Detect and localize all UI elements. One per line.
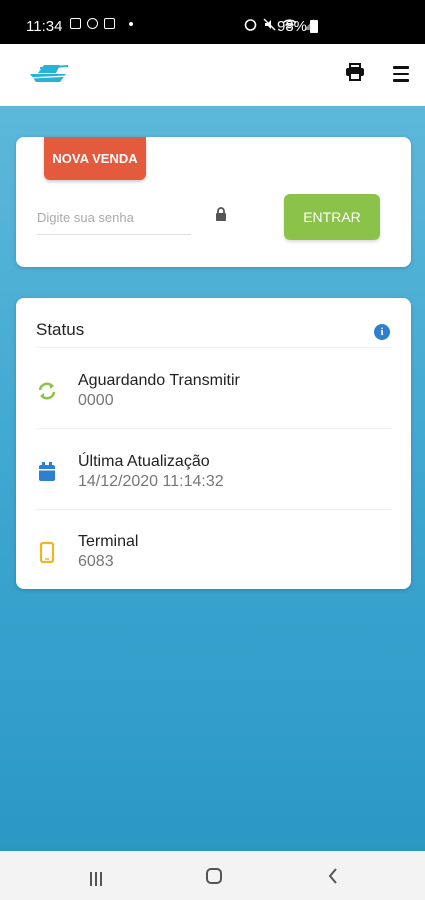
ship-logo-icon[interactable] (28, 62, 70, 84)
status-title: Status (36, 320, 85, 339)
status-item-label: Última Atualização (78, 453, 210, 470)
system-navigation-bar (0, 851, 425, 900)
status-item-value: 14/12/2020 11:14:32 (78, 473, 224, 490)
calendar-icon (39, 462, 55, 481)
more-notifications-icon (129, 21, 133, 26)
status-divider (36, 509, 391, 510)
notification-icons (70, 18, 133, 29)
download-notification-icon (104, 18, 115, 29)
status-item-label: Terminal (78, 533, 139, 550)
system-status-bar: 11:34 98% (0, 0, 425, 44)
status-item-aguardando: Aguardando Transmitir 0000 (36, 370, 391, 430)
entrar-button[interactable]: ENTRAR (284, 194, 380, 240)
status-item-value: 0000 (78, 392, 114, 409)
nova-venda-card: NOVA VENDA ENTRAR (16, 137, 411, 267)
lock-icon (216, 207, 226, 221)
status-item-ultima-atualizacao: Última Atualização 14/12/2020 11:14:32 (36, 451, 391, 511)
app-notification-icon (87, 18, 98, 29)
status-card: Status i Aguardando Transmitir 0000 Últi… (16, 298, 411, 589)
battery-icon (310, 20, 318, 33)
status-divider (36, 428, 391, 429)
status-time: 11:34 (26, 18, 63, 35)
app-header (0, 44, 425, 106)
status-item-label: Aguardando Transmitir (78, 372, 240, 389)
sync-icon (38, 382, 56, 400)
nova-venda-badge: NOVA VENDA (44, 137, 146, 180)
password-input[interactable] (37, 200, 191, 235)
printer-icon[interactable] (345, 63, 365, 81)
gallery-notification-icon (70, 18, 81, 29)
status-divider (36, 347, 391, 348)
phone-icon (39, 541, 55, 563)
back-icon[interactable] (327, 867, 339, 885)
battery-percent: 98% (277, 18, 308, 35)
mute-icon (263, 18, 276, 31)
status-item-terminal: Terminal 6083 (36, 531, 391, 591)
alarm-icon (244, 19, 257, 31)
home-icon[interactable] (206, 868, 222, 884)
info-icon[interactable]: i (374, 324, 390, 340)
recent-apps-icon[interactable] (88, 871, 104, 887)
status-item-value: 6083 (78, 553, 114, 570)
hamburger-menu-icon[interactable] (393, 66, 409, 86)
